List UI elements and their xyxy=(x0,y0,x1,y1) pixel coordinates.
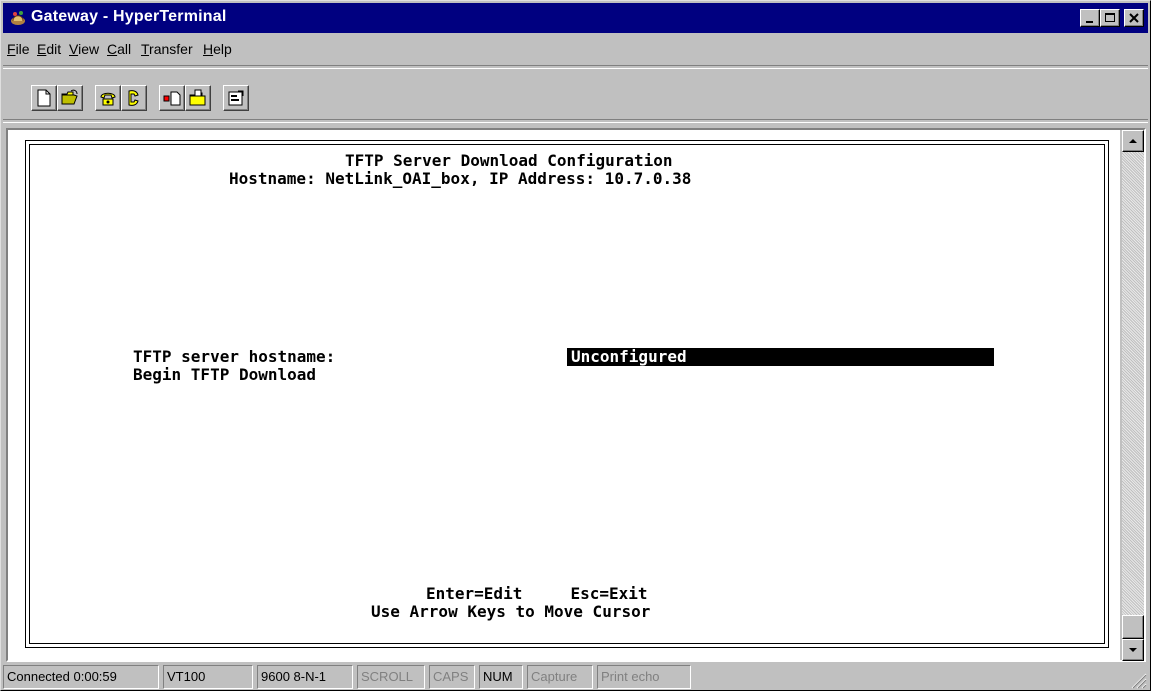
resize-grip-icon[interactable] xyxy=(1127,669,1147,689)
status-emulation: VT100 xyxy=(163,665,253,689)
arrow-up-icon xyxy=(1129,139,1137,143)
receive-icon xyxy=(189,89,206,106)
properties-icon xyxy=(228,90,244,106)
menu-transfer[interactable]: Transfer xyxy=(141,41,193,57)
vertical-scrollbar[interactable] xyxy=(1122,130,1144,660)
status-caps: CAPS xyxy=(429,665,475,689)
arrow-down-icon xyxy=(1129,648,1137,652)
tftp-hostname-value: Unconfigured xyxy=(571,347,687,366)
screen-heading: TFTP Server Download Configuration xyxy=(345,151,673,170)
hyperterminal-app-icon[interactable] xyxy=(9,9,27,27)
maximize-icon xyxy=(1105,13,1115,22)
status-settings: 9600 8-N-1 xyxy=(257,665,353,689)
disconnect-icon xyxy=(128,90,139,106)
window-title: Gateway - HyperTerminal xyxy=(31,8,227,25)
status-print-echo: Print echo xyxy=(597,665,691,689)
receive-button[interactable] xyxy=(185,85,211,111)
status-connected: Connected 0:00:59 xyxy=(3,665,159,689)
menu-edit[interactable]: Edit xyxy=(37,41,61,57)
menu-help[interactable]: Help xyxy=(203,41,232,57)
menu-file[interactable]: File xyxy=(7,41,30,57)
minimize-icon xyxy=(1086,21,1093,23)
keys-hint: Enter=Edit Esc=Exit xyxy=(426,584,648,603)
maximize-button[interactable] xyxy=(1100,9,1120,27)
tftp-hostname-label: TFTP server hostname: xyxy=(133,347,336,366)
connect-button[interactable] xyxy=(95,85,121,111)
minimize-button[interactable] xyxy=(1080,9,1100,27)
new-icon xyxy=(37,89,51,107)
scroll-down-button[interactable] xyxy=(1122,639,1144,661)
tftp-hostname-field[interactable]: Unconfigured xyxy=(567,348,994,366)
hyperterminal-window: Gateway - HyperTerminal File Edit View C… xyxy=(0,0,1151,691)
toolbar-separator-top xyxy=(3,65,1148,69)
scrollbar-thumb[interactable] xyxy=(1122,615,1144,639)
close-icon xyxy=(1129,13,1139,23)
send-icon xyxy=(163,91,181,106)
disconnect-button[interactable] xyxy=(121,85,147,111)
begin-download-option[interactable]: Begin TFTP Download xyxy=(133,366,316,384)
connect-icon xyxy=(100,92,116,106)
send-button[interactable] xyxy=(159,85,185,111)
toolbar-separator-bottom xyxy=(3,119,1148,123)
close-button[interactable] xyxy=(1124,9,1144,27)
open-button[interactable] xyxy=(57,85,83,111)
scroll-up-button[interactable] xyxy=(1122,130,1144,152)
status-scroll: SCROLL xyxy=(357,665,425,689)
title-bar[interactable]: Gateway - HyperTerminal xyxy=(3,3,1148,33)
menu-call[interactable]: Call xyxy=(107,41,131,57)
terminal-frame-inner xyxy=(29,144,1105,644)
cursor-hint: Use Arrow Keys to Move Cursor xyxy=(371,602,651,621)
open-icon xyxy=(61,89,78,105)
properties-button[interactable] xyxy=(223,85,249,111)
status-capture: Capture xyxy=(527,665,593,689)
status-num: NUM xyxy=(479,665,523,689)
new-button[interactable] xyxy=(31,85,57,111)
menu-view[interactable]: View xyxy=(69,41,99,57)
host-info: Hostname: NetLink_OAI_box, IP Address: 1… xyxy=(229,169,692,188)
